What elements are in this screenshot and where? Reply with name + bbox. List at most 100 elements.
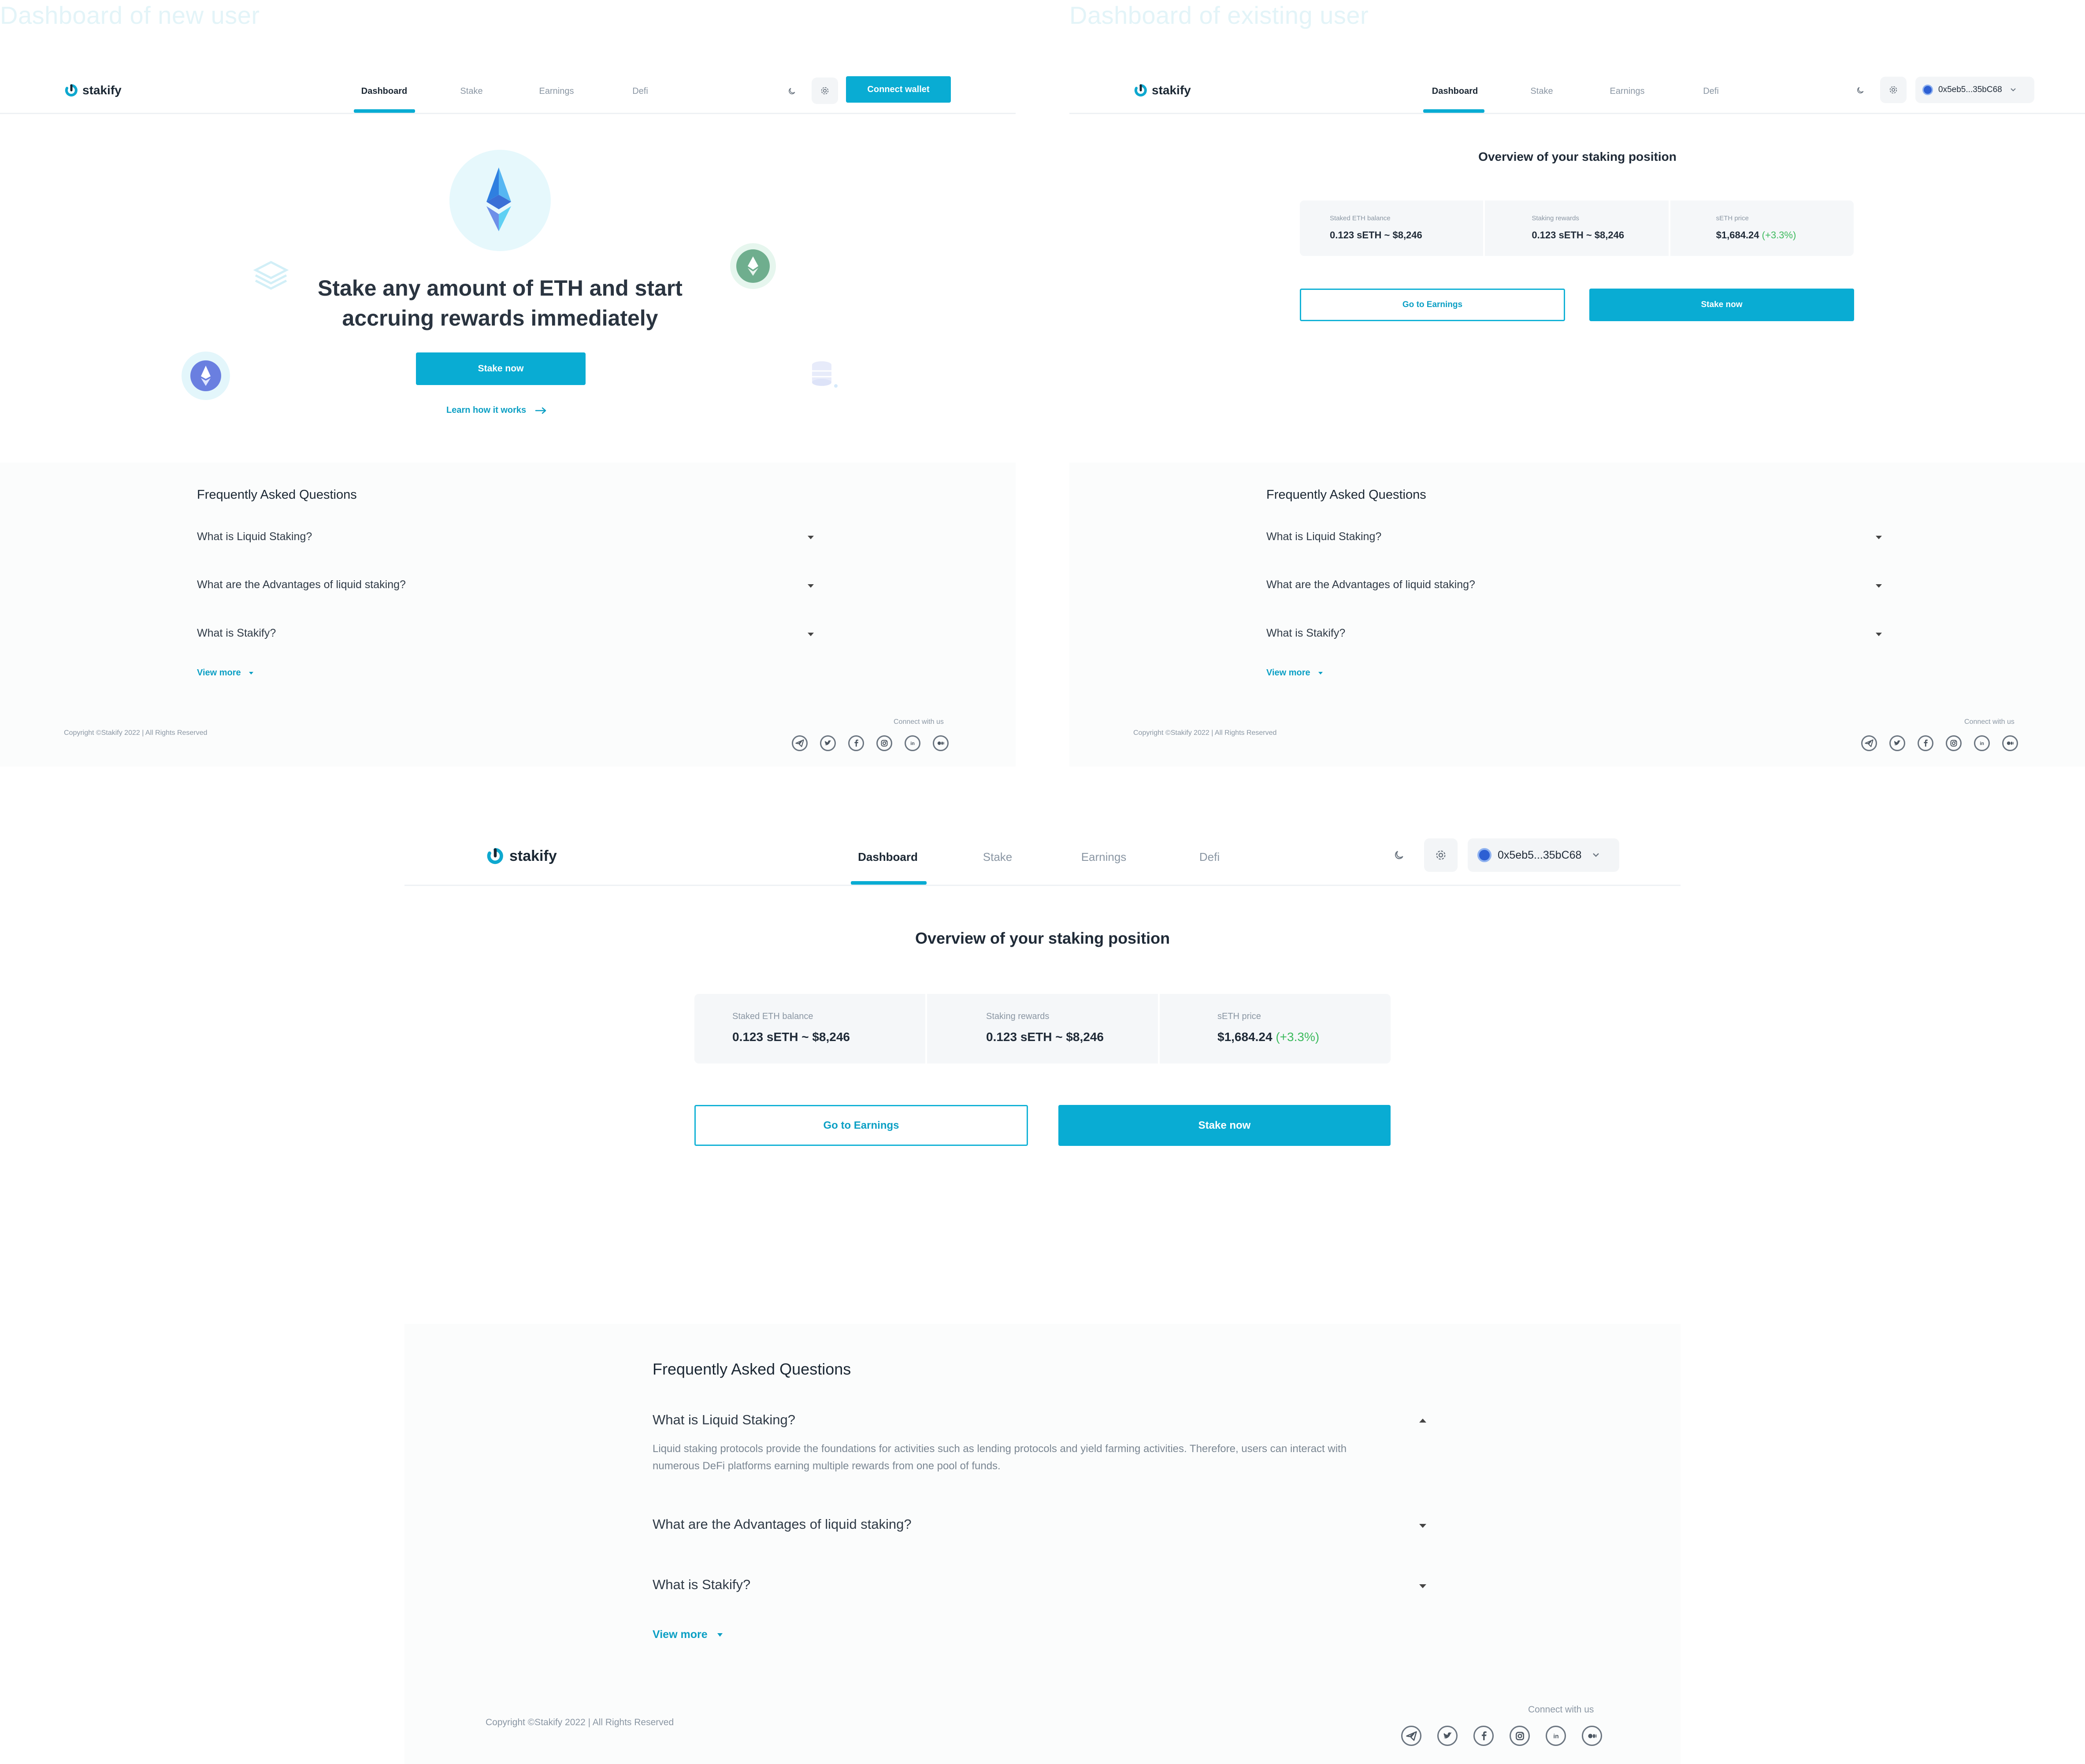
chevron-down-icon[interactable]: [1419, 1584, 1426, 1588]
tab-defi[interactable]: Defi: [1703, 86, 1719, 96]
navbar: stakify Dashboard Stake Earnings Defi Co…: [0, 62, 1016, 114]
telegram-icon[interactable]: [1861, 735, 1877, 751]
settings-button[interactable]: [1424, 838, 1458, 872]
chevron-down-icon: [1593, 853, 1599, 857]
staking-stats-card: Staked ETH balance 0.123 sETH ~ $8,246 S…: [694, 994, 1391, 1064]
tab-earnings[interactable]: Earnings: [1081, 850, 1127, 864]
instagram-icon[interactable]: [1510, 1726, 1530, 1746]
facebook-icon[interactable]: [848, 735, 864, 751]
view-more-link[interactable]: View more: [197, 668, 253, 678]
facebook-icon[interactable]: [1473, 1726, 1494, 1746]
chevron-down-icon[interactable]: [808, 633, 814, 636]
medium-icon[interactable]: [1582, 1726, 1602, 1746]
view-more-link[interactable]: View more: [1266, 668, 1323, 678]
instagram-icon[interactable]: [1946, 735, 1962, 751]
faq-question-1[interactable]: What is Liquid Staking?: [197, 530, 312, 543]
tab-stake[interactable]: Stake: [983, 850, 1013, 864]
faq-question-1[interactable]: What is Liquid Staking?: [1266, 530, 1381, 543]
wallet-address-button[interactable]: 0x5eb5...35bC68: [1915, 77, 2034, 103]
connect-with-us-label: Connect with us: [894, 718, 944, 726]
stake-now-button[interactable]: Stake now: [416, 352, 586, 385]
logo-text: stakify: [82, 83, 122, 97]
active-tab-indicator: [1423, 109, 1484, 113]
twitter-icon[interactable]: [1889, 735, 1905, 751]
logo-icon: [1134, 84, 1147, 96]
faq-question-3[interactable]: What is Stakify?: [197, 627, 276, 640]
stake-now-button[interactable]: Stake now: [1589, 289, 1854, 321]
chevron-up-icon[interactable]: [1419, 1419, 1426, 1423]
twitter-icon[interactable]: [820, 735, 836, 751]
wallet-address: 0x5eb5...35bC68: [1498, 849, 1582, 861]
tab-defi[interactable]: Defi: [1199, 850, 1220, 864]
overview-title: Overview of your staking position: [915, 929, 1170, 947]
wallet-avatar-icon: [1477, 848, 1491, 862]
stat-value: $1,684.24 (+3.3%): [1217, 1030, 1319, 1044]
tab-dashboard[interactable]: Dashboard: [1432, 86, 1478, 96]
stat-label: sETH price: [1716, 215, 1749, 222]
theme-toggle-button[interactable]: [1851, 81, 1870, 100]
learn-how-it-works-link[interactable]: Learn how it works: [446, 405, 547, 415]
chevron-down-icon[interactable]: [1876, 584, 1882, 588]
wallet-address-button[interactable]: 0x5eb5...35bC68: [1468, 838, 1619, 872]
faq-question-2[interactable]: What are the Advantages of liquid stakin…: [197, 578, 406, 591]
tab-earnings[interactable]: Earnings: [1610, 86, 1645, 96]
medium-icon[interactable]: [933, 735, 949, 751]
canvas-title-new-user: Dashboard of new user: [0, 1, 260, 29]
stake-now-button[interactable]: Stake now: [1058, 1105, 1391, 1146]
view-more-label: View more: [197, 668, 241, 678]
chevron-down-icon[interactable]: [808, 536, 814, 539]
faq-question-1[interactable]: What is Liquid Staking?: [653, 1412, 795, 1428]
gear-icon: [1889, 86, 1897, 94]
tab-stake[interactable]: Stake: [460, 86, 482, 96]
facebook-icon[interactable]: [1918, 735, 1933, 751]
medium-icon[interactable]: [2002, 735, 2018, 751]
stat-value: $1,684.24 (+3.3%): [1716, 230, 1796, 241]
stat-value: 0.123 sETH ~ $8,246: [1532, 230, 1625, 241]
connect-wallet-button[interactable]: Connect wallet: [846, 76, 951, 103]
telegram-icon[interactable]: [1401, 1726, 1421, 1746]
faq-question-2[interactable]: What are the Advantages of liquid stakin…: [1266, 578, 1475, 591]
go-to-earnings-button[interactable]: Go to Earnings: [1300, 289, 1565, 321]
faq-question-3[interactable]: What is Stakify?: [1266, 627, 1345, 640]
social-links: in: [1861, 735, 2018, 751]
settings-button[interactable]: [812, 78, 838, 104]
go-to-earnings-button[interactable]: Go to Earnings: [694, 1105, 1028, 1146]
chevron-down-icon[interactable]: [1419, 1524, 1426, 1528]
view-more-label: View more: [1266, 668, 1310, 678]
faq-title: Frequently Asked Questions: [1266, 488, 1426, 502]
logo[interactable]: stakify: [64, 83, 122, 98]
svg-text:in: in: [1553, 1733, 1558, 1739]
theme-toggle-button[interactable]: [783, 82, 801, 100]
learn-link-label: Learn how it works: [446, 405, 527, 415]
logo[interactable]: stakify: [1133, 83, 1191, 98]
twitter-icon[interactable]: [1437, 1726, 1458, 1746]
tab-earnings[interactable]: Earnings: [539, 86, 574, 96]
chevron-down-icon[interactable]: [1876, 633, 1882, 636]
settings-button[interactable]: [1880, 77, 1907, 103]
logo-text: stakify: [509, 847, 557, 864]
tab-dashboard[interactable]: Dashboard: [361, 86, 407, 96]
linkedin-icon[interactable]: in: [1546, 1726, 1566, 1746]
tab-defi[interactable]: Defi: [632, 86, 648, 96]
view-more-link[interactable]: View more: [653, 1628, 723, 1641]
linkedin-icon[interactable]: in: [1974, 735, 1990, 751]
eth-coin-badge: [182, 352, 230, 400]
faq-question-3[interactable]: What is Stakify?: [653, 1577, 750, 1593]
chevron-down-icon[interactable]: [808, 584, 814, 588]
tab-stake[interactable]: Stake: [1530, 86, 1553, 96]
chevron-down-icon[interactable]: [1876, 536, 1882, 539]
logo[interactable]: stakify: [486, 846, 557, 866]
linkedin-icon[interactable]: in: [905, 735, 920, 751]
instagram-icon[interactable]: [876, 735, 892, 751]
stat-staked-balance: Staked ETH balance 0.123 sETH ~ $8,246: [694, 994, 925, 1064]
faq-section: Frequently Asked Questions What is Liqui…: [0, 463, 1016, 767]
telegram-icon[interactable]: [792, 735, 808, 751]
coin-stack-decoration-icon: [809, 357, 839, 392]
moon-icon: [789, 88, 795, 94]
stat-value: 0.123 sETH ~ $8,246: [986, 1030, 1104, 1044]
faq-question-2[interactable]: What are the Advantages of liquid stakin…: [653, 1516, 912, 1532]
theme-toggle-button[interactable]: [1388, 844, 1410, 866]
seth-price-change: (+3.3%): [1276, 1030, 1320, 1044]
tab-dashboard[interactable]: Dashboard: [858, 850, 918, 864]
eth-hero-badge: [449, 150, 551, 251]
